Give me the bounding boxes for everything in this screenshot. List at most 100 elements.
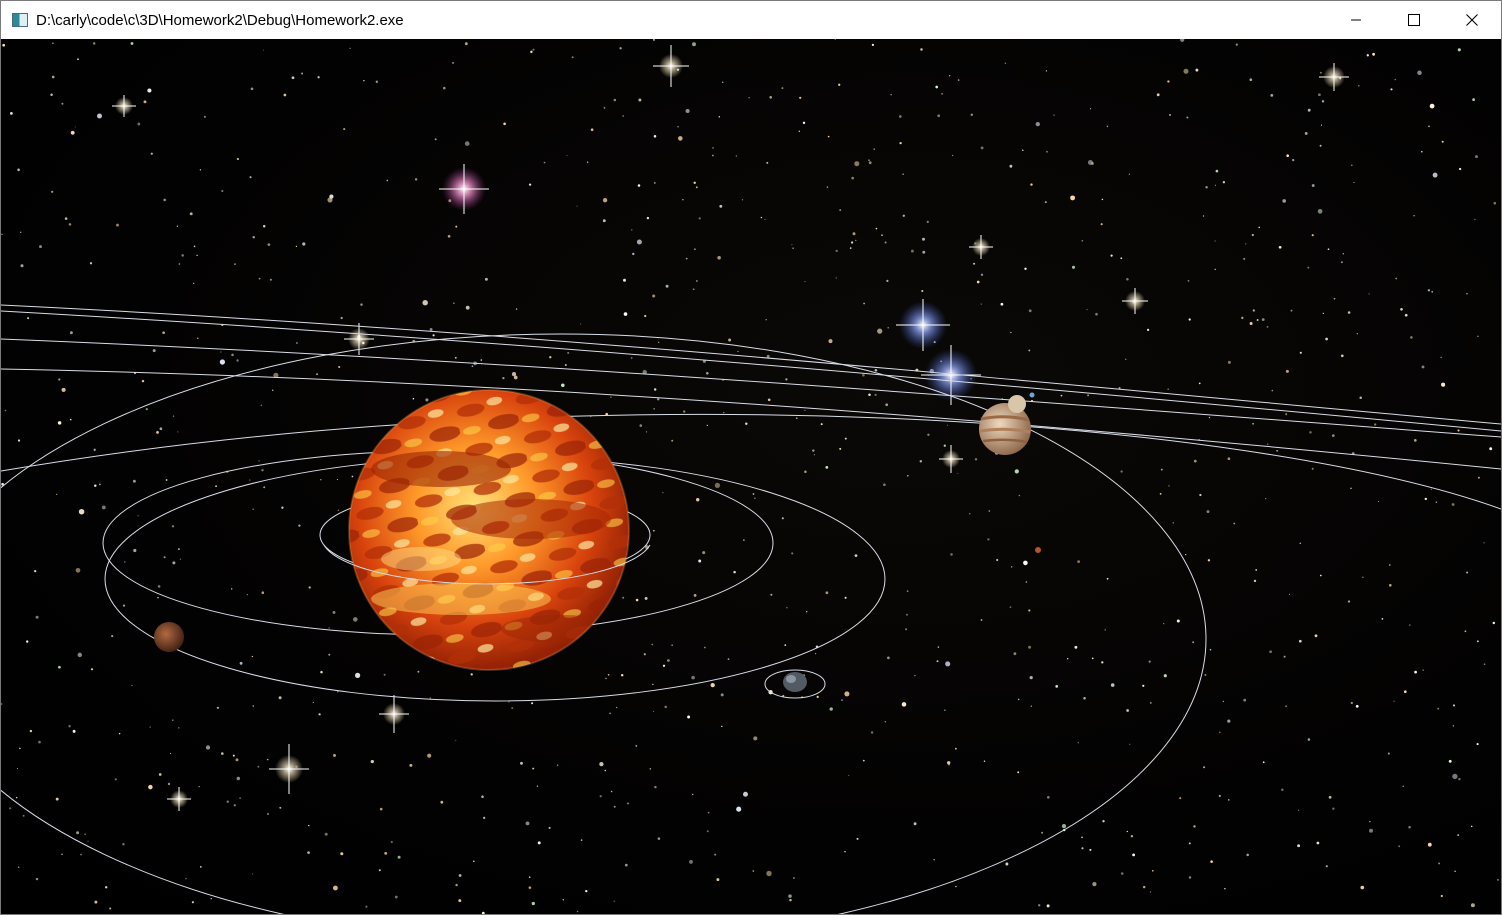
star xyxy=(1410,336,1413,339)
star xyxy=(885,403,889,407)
star xyxy=(434,138,437,141)
star xyxy=(868,161,872,165)
star xyxy=(17,439,21,442)
star xyxy=(549,356,552,359)
star xyxy=(1328,795,1332,799)
planet-mars[interactable] xyxy=(154,622,184,652)
star xyxy=(692,42,696,47)
star xyxy=(1163,623,1165,625)
star xyxy=(1429,103,1435,109)
star xyxy=(1285,413,1288,416)
star xyxy=(1262,761,1265,764)
star xyxy=(93,42,96,45)
star xyxy=(1374,423,1377,426)
star xyxy=(899,141,902,145)
distant-orbit-line xyxy=(1,413,1501,510)
star xyxy=(1129,743,1131,745)
star xyxy=(816,695,819,699)
star xyxy=(870,731,874,734)
bright-stars xyxy=(112,45,1349,811)
title-bar[interactable]: D:\carly\code\c\3D\Homework2\Debug\Homew… xyxy=(1,1,1501,39)
star xyxy=(926,220,929,223)
star xyxy=(1322,312,1324,315)
star xyxy=(75,567,81,573)
star xyxy=(1369,828,1373,833)
star xyxy=(1372,52,1376,56)
star xyxy=(1010,331,1012,334)
star xyxy=(1369,820,1371,823)
star xyxy=(1266,326,1269,328)
star xyxy=(1251,233,1254,237)
star xyxy=(1458,777,1461,781)
star xyxy=(69,418,72,421)
star xyxy=(976,280,980,284)
star xyxy=(1077,560,1081,564)
star xyxy=(645,431,648,433)
star xyxy=(99,483,101,486)
star xyxy=(1023,560,1028,566)
star xyxy=(728,338,732,342)
star xyxy=(1126,277,1129,281)
star xyxy=(320,478,322,481)
star xyxy=(537,841,541,845)
star xyxy=(616,706,618,709)
star xyxy=(528,886,532,889)
star xyxy=(464,42,468,46)
star xyxy=(1366,54,1369,57)
star xyxy=(343,128,346,131)
star xyxy=(122,843,125,846)
flare-star xyxy=(939,445,963,473)
star xyxy=(458,874,462,877)
star xyxy=(481,911,485,914)
star xyxy=(1149,701,1152,704)
star xyxy=(556,764,559,766)
sun[interactable] xyxy=(313,351,669,707)
star xyxy=(328,627,330,629)
star xyxy=(898,115,902,118)
star xyxy=(887,326,889,329)
star xyxy=(854,161,860,167)
star xyxy=(1252,309,1255,312)
star xyxy=(1214,184,1216,186)
planet-earth[interactable] xyxy=(783,672,807,692)
star xyxy=(957,79,960,81)
star xyxy=(1266,443,1269,445)
planet-tiny-red[interactable] xyxy=(1035,547,1041,553)
star xyxy=(868,159,870,161)
star xyxy=(111,635,114,638)
star xyxy=(178,263,181,265)
planet-jupiter[interactable] xyxy=(979,403,1031,455)
star xyxy=(1249,322,1253,325)
star xyxy=(205,745,211,750)
star xyxy=(848,774,850,776)
star xyxy=(1233,522,1236,525)
planet-moon-small[interactable] xyxy=(1008,395,1026,413)
star xyxy=(481,795,484,798)
star xyxy=(1095,312,1098,316)
star xyxy=(1276,449,1278,452)
star xyxy=(890,94,892,96)
minimize-button[interactable] xyxy=(1327,1,1385,39)
star xyxy=(1457,48,1461,52)
star xyxy=(1,233,3,236)
opengl-viewport[interactable] xyxy=(1,39,1501,914)
star xyxy=(1055,685,1059,688)
star xyxy=(365,905,368,908)
maximize-button[interactable] xyxy=(1385,1,1443,39)
star xyxy=(1046,904,1050,908)
star xyxy=(1466,292,1468,295)
star xyxy=(215,485,218,488)
star xyxy=(835,249,838,253)
star xyxy=(1146,328,1150,332)
star xyxy=(937,646,940,648)
close-button[interactable] xyxy=(1443,1,1501,39)
planet-tiny-blue[interactable] xyxy=(1029,392,1035,398)
star xyxy=(654,182,656,184)
star xyxy=(662,492,664,494)
star xyxy=(35,877,39,881)
star xyxy=(1347,311,1351,314)
star xyxy=(1360,885,1365,890)
star xyxy=(980,146,984,150)
star xyxy=(1168,485,1170,487)
star xyxy=(454,356,457,359)
